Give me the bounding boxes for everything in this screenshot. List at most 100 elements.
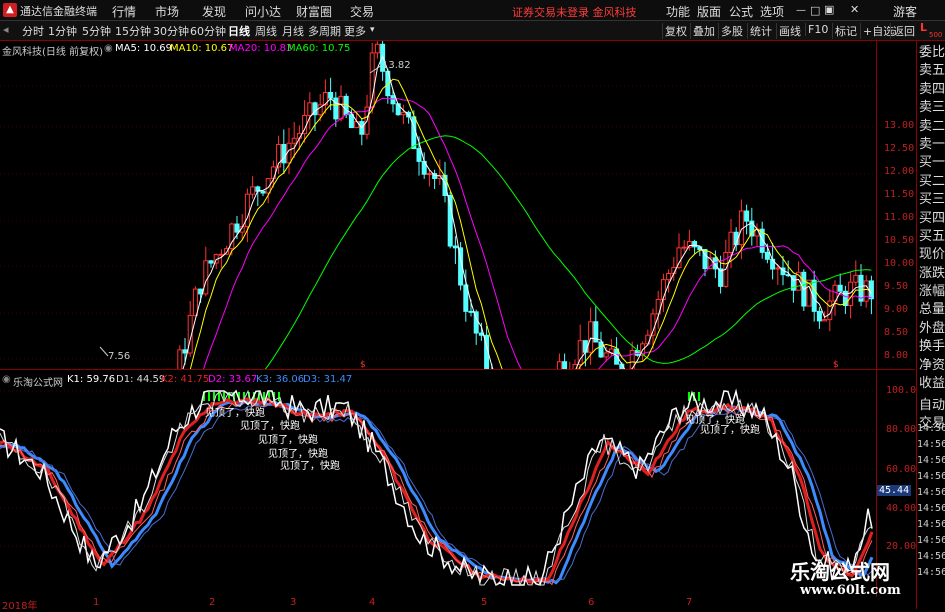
sidebar-item-12[interactable]: 涨跌 [919,265,945,283]
y-tick: 8.50 [884,327,909,338]
candle [208,260,214,264]
tab-period-3[interactable]: 15分钟 [115,23,151,39]
sidebar-item-1[interactable]: 卖五 [919,62,945,80]
panel-separator[interactable] [0,369,915,370]
candle [416,148,422,162]
more-chevron-icon[interactable]: ▾ [370,25,375,35]
btn-overlay[interactable]: 叠加 [690,23,717,39]
indicator-name: 乐淘公式网 [13,378,63,389]
settings-dot-icon[interactable]: ◉ [104,43,113,54]
menu-trade[interactable]: 交易 [350,3,374,20]
settings-dot-icon[interactable]: ◉ [2,374,11,385]
sidebar-item-3[interactable]: 卖三 [919,99,945,117]
tab-period-4[interactable]: 30分钟 [153,23,189,39]
btn-stats[interactable]: 统计 [747,23,774,39]
sidebar-item-4[interactable]: 卖二 [919,118,945,136]
top-warning-label: 见顶了，快跑 [280,459,340,472]
candle [848,281,854,306]
y-tick: 11.50 [884,189,915,200]
menu-market[interactable]: 市场 [155,3,179,20]
candle [426,173,432,176]
x-tick: 6 [588,597,595,608]
y-tick: 10.50 [884,235,915,246]
candle [863,280,869,302]
x-tick: 3 [290,597,297,608]
candle [270,166,276,180]
tab-period-9[interactable]: 多周期 [308,23,341,39]
candle [390,95,396,105]
tab-period-10[interactable]: 更多 [344,23,366,39]
sidebar-item-11[interactable]: 现价 [919,246,945,264]
sidebar-item-0[interactable]: 委比 [919,44,945,62]
app-title: 通达信金融终端 [20,5,97,18]
y-tick: 12.00 [884,166,915,177]
btn-adjust[interactable]: 复权 [662,23,689,39]
btn-mark[interactable]: 标记 [832,23,859,39]
candle [775,267,781,270]
menu-ask[interactable]: 问小达 [245,3,281,20]
tab-period-6[interactable]: 日线 [228,23,250,39]
y-tick: 9.50 [884,281,909,292]
candle [562,361,568,369]
sidebar-list: 委比 卖五 卖四 卖三 卖二 卖一 买一 买二 买三 买四 买五 现价 涨跌 涨幅 总量 外盘 换手 净资 收益自动… [919,44,945,433]
candle [291,137,297,144]
tab-period-5[interactable]: 60分钟 [190,23,226,39]
menu-wealth[interactable]: 财富圈 [296,3,332,20]
menu-function[interactable]: 功能 [666,3,690,20]
menu-discover[interactable]: 发现 [202,3,226,20]
nav-left-icon[interactable]: ◂ [3,23,9,36]
window-max-icon[interactable]: □ [810,4,820,17]
time-entry: 14:56 [917,439,945,450]
tab-period-7[interactable]: 周线 [255,23,277,39]
d3-legend: D3: 31.47 [303,374,353,385]
top-warning-label: 见顶了，快跑 [268,447,328,460]
tab-period-1[interactable]: 1分钟 [48,23,77,39]
candle [218,253,224,256]
btn-back[interactable]: 返回 [890,23,917,39]
ind-y-tick: 40.00 [886,503,917,514]
sidebar-item-7[interactable]: 买二 [919,173,945,191]
sidebar-item-5[interactable]: 卖一 [919,136,945,154]
price-chart[interactable]: 13.82 7.56 $ $ [0,41,876,369]
sidebar-item-17[interactable]: 净资 [919,357,945,375]
y-tick: 9.00 [884,304,909,315]
candle [338,95,344,120]
watermark-url: www.60lt.com [800,583,901,598]
sidebar-item-13[interactable]: 涨幅 [919,283,945,301]
tab-period-8[interactable]: 月线 [282,23,304,39]
time-entry: 14:56 [917,423,945,434]
time-entry: 14:56 [917,551,945,562]
user-label[interactable]: 游客 [893,3,917,20]
candle [411,116,417,150]
btn-draw[interactable]: 画线 [776,23,803,39]
window-close-icon[interactable]: ✕ [850,3,859,16]
sidebar-item-18[interactable]: 收益 [919,375,945,393]
candle [182,349,188,354]
sidebar-item-6[interactable]: 买一 [919,154,945,172]
tab-period-0[interactable]: 分时 [22,23,44,39]
sidebar-item-10[interactable]: 买五 [919,228,945,246]
window-min-icon[interactable]: — [796,5,806,16]
btn-multi[interactable]: 多股 [718,23,745,39]
window-restore-icon[interactable]: ▣ [824,3,834,16]
sidebar-item-8[interactable]: 买三 [919,191,945,209]
signal-bar [278,392,280,401]
signal-bar [698,392,700,401]
menu-options[interactable]: 选项 [760,3,784,20]
indicator-chart[interactable]: 见顶了，快跑见顶了，快跑见顶了，快跑见顶了，快跑见顶了，快跑见顶了，快跑见顶了，… [0,371,876,597]
signal-bar [208,392,210,401]
menu-layout[interactable]: 版面 [697,3,721,20]
sidebar-item-16[interactable]: 换手 [919,338,945,356]
sidebar-item-9[interactable]: 买四 [919,210,945,228]
tab-period-2[interactable]: 5分钟 [82,23,111,39]
btn-f10[interactable]: F10 [805,23,830,36]
high-annotation: 13.82 [382,60,411,71]
sidebar-item-14[interactable]: 总量 [919,301,945,319]
candle [676,247,682,268]
sidebar-item-15[interactable]: 外盘 [919,320,945,338]
menu-quotes[interactable]: 行情 [112,3,136,20]
menu-formula[interactable]: 公式 [729,3,753,20]
candle [588,321,594,353]
sidebar-item-2[interactable]: 卖四 [919,81,945,99]
sidebar-item-19[interactable]: 自动 [919,397,945,415]
